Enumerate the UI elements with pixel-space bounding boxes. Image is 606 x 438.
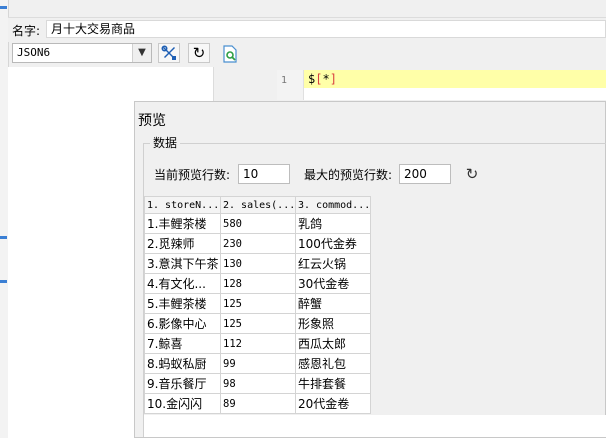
preview-table: 1. storeN... 2. sales(... 3. commod... 1… xyxy=(144,196,371,414)
sales-cell: 89 xyxy=(220,393,296,414)
document-preview-icon xyxy=(223,45,237,63)
commodity-cell: 形象照 xyxy=(295,313,371,334)
store-cell: 7.鲸喜 xyxy=(144,333,221,354)
commodity-cell: 红云火锅 xyxy=(295,253,371,274)
table-header-row: 1. storeN... 2. sales(... 3. commod... xyxy=(144,196,371,214)
commodity-cell: 20代金卷 xyxy=(295,393,371,414)
max-rows-label: 最大的预览行数: xyxy=(304,168,393,182)
table-row[interactable]: 7.鲸喜 112 西瓜太郎 xyxy=(144,333,371,354)
table-row[interactable]: 8.蚂蚁私厨 99 感恩礼包 xyxy=(144,353,371,374)
commodity-cell: 感恩礼包 xyxy=(295,353,371,374)
table-row[interactable]: 10.金闪闪 89 20代金卷 xyxy=(144,393,371,414)
store-cell: 5.丰鲤茶楼 xyxy=(144,293,221,314)
sales-cell: 125 xyxy=(220,293,296,314)
store-cell: 2.觅辣师 xyxy=(144,233,221,254)
tools-button[interactable] xyxy=(158,43,180,63)
name-label: 名字: xyxy=(12,24,41,38)
name-row: 名字: 月十大交易商品 xyxy=(8,17,606,42)
toolbar: JSON6 ▼ ↻ xyxy=(8,41,606,67)
sales-cell: 99 xyxy=(220,353,296,374)
type-select[interactable]: JSON6 ▼ xyxy=(12,43,152,63)
type-select-value: JSON6 xyxy=(17,46,51,59)
column-header[interactable]: 3. commod... xyxy=(295,196,371,214)
table-row[interactable]: 2.觅辣师 230 100代金券 xyxy=(144,233,371,254)
code-expression[interactable]: $[*] xyxy=(308,72,337,86)
sales-cell: 130 xyxy=(220,253,296,274)
commodity-cell: 牛排套餐 xyxy=(295,373,371,394)
table-row[interactable]: 1.丰鲤茶楼 580 乳鸽 xyxy=(144,213,371,234)
store-cell: 3.意淇下午茶 xyxy=(144,253,221,274)
tools-icon xyxy=(161,45,176,60)
sales-cell: 580 xyxy=(220,213,296,234)
sales-cell: 112 xyxy=(220,333,296,354)
preview-dialog: 预览 数据 当前预览行数: 10 最大的预览行数: 200 ↻ 1. store… xyxy=(134,101,606,438)
table-row[interactable]: 9.音乐餐厅 98 牛排套餐 xyxy=(144,373,371,394)
store-cell: 4.有文化... xyxy=(144,273,221,294)
store-cell: 6.影像中心 xyxy=(144,313,221,334)
commodity-cell: 30代金卷 xyxy=(295,273,371,294)
commodity-cell: 100代金券 xyxy=(295,233,371,254)
table-row[interactable]: 6.影像中心 125 形象照 xyxy=(144,313,371,334)
current-line-highlight xyxy=(304,70,606,88)
store-cell: 1.丰鲤茶楼 xyxy=(144,213,221,234)
table-row[interactable]: 3.意淇下午茶 130 红云火锅 xyxy=(144,253,371,274)
refresh-button[interactable]: ↻ xyxy=(188,43,210,63)
sales-cell: 128 xyxy=(220,273,296,294)
max-rows-input[interactable]: 200 xyxy=(399,164,451,184)
table-row[interactable]: 5.丰鲤茶楼 125 醉蟹 xyxy=(144,293,371,314)
commodity-cell: 西瓜太郎 xyxy=(295,333,371,354)
sales-cell: 230 xyxy=(220,233,296,254)
code-bracket-close: ] xyxy=(329,72,337,86)
edge-marker-icon xyxy=(0,280,7,283)
sales-cell: 98 xyxy=(220,373,296,394)
edge-marker-icon xyxy=(0,6,7,9)
line-number: 1 xyxy=(281,75,288,86)
current-rows-label: 当前预览行数: xyxy=(154,168,231,182)
name-input[interactable]: 月十大交易商品 xyxy=(46,20,606,38)
column-header[interactable]: 2. sales(... xyxy=(220,196,296,214)
refresh-icon[interactable]: ↻ xyxy=(463,165,481,183)
commodity-cell: 醉蟹 xyxy=(295,293,371,314)
refresh-icon: ↻ xyxy=(192,44,206,62)
commodity-cell: 乳鸽 xyxy=(295,213,371,234)
store-cell: 8.蚂蚁私厨 xyxy=(144,353,221,374)
column-header[interactable]: 1. storeN... xyxy=(144,196,221,214)
dialog-title: 预览 xyxy=(138,113,166,129)
group-label: 数据 xyxy=(150,134,181,151)
code-star: * xyxy=(322,72,330,86)
preview-button[interactable] xyxy=(222,45,238,63)
table-row[interactable]: 4.有文化... 128 30代金卷 xyxy=(144,273,371,294)
edge-marker-icon xyxy=(0,236,7,239)
current-rows-input[interactable]: 10 xyxy=(238,164,290,184)
sales-cell: 125 xyxy=(220,313,296,334)
store-cell: 9.音乐餐厅 xyxy=(144,373,221,394)
chevron-down-icon[interactable]: ▼ xyxy=(132,44,151,62)
table-empty-area xyxy=(144,415,606,437)
store-cell: 10.金闪闪 xyxy=(144,393,221,414)
